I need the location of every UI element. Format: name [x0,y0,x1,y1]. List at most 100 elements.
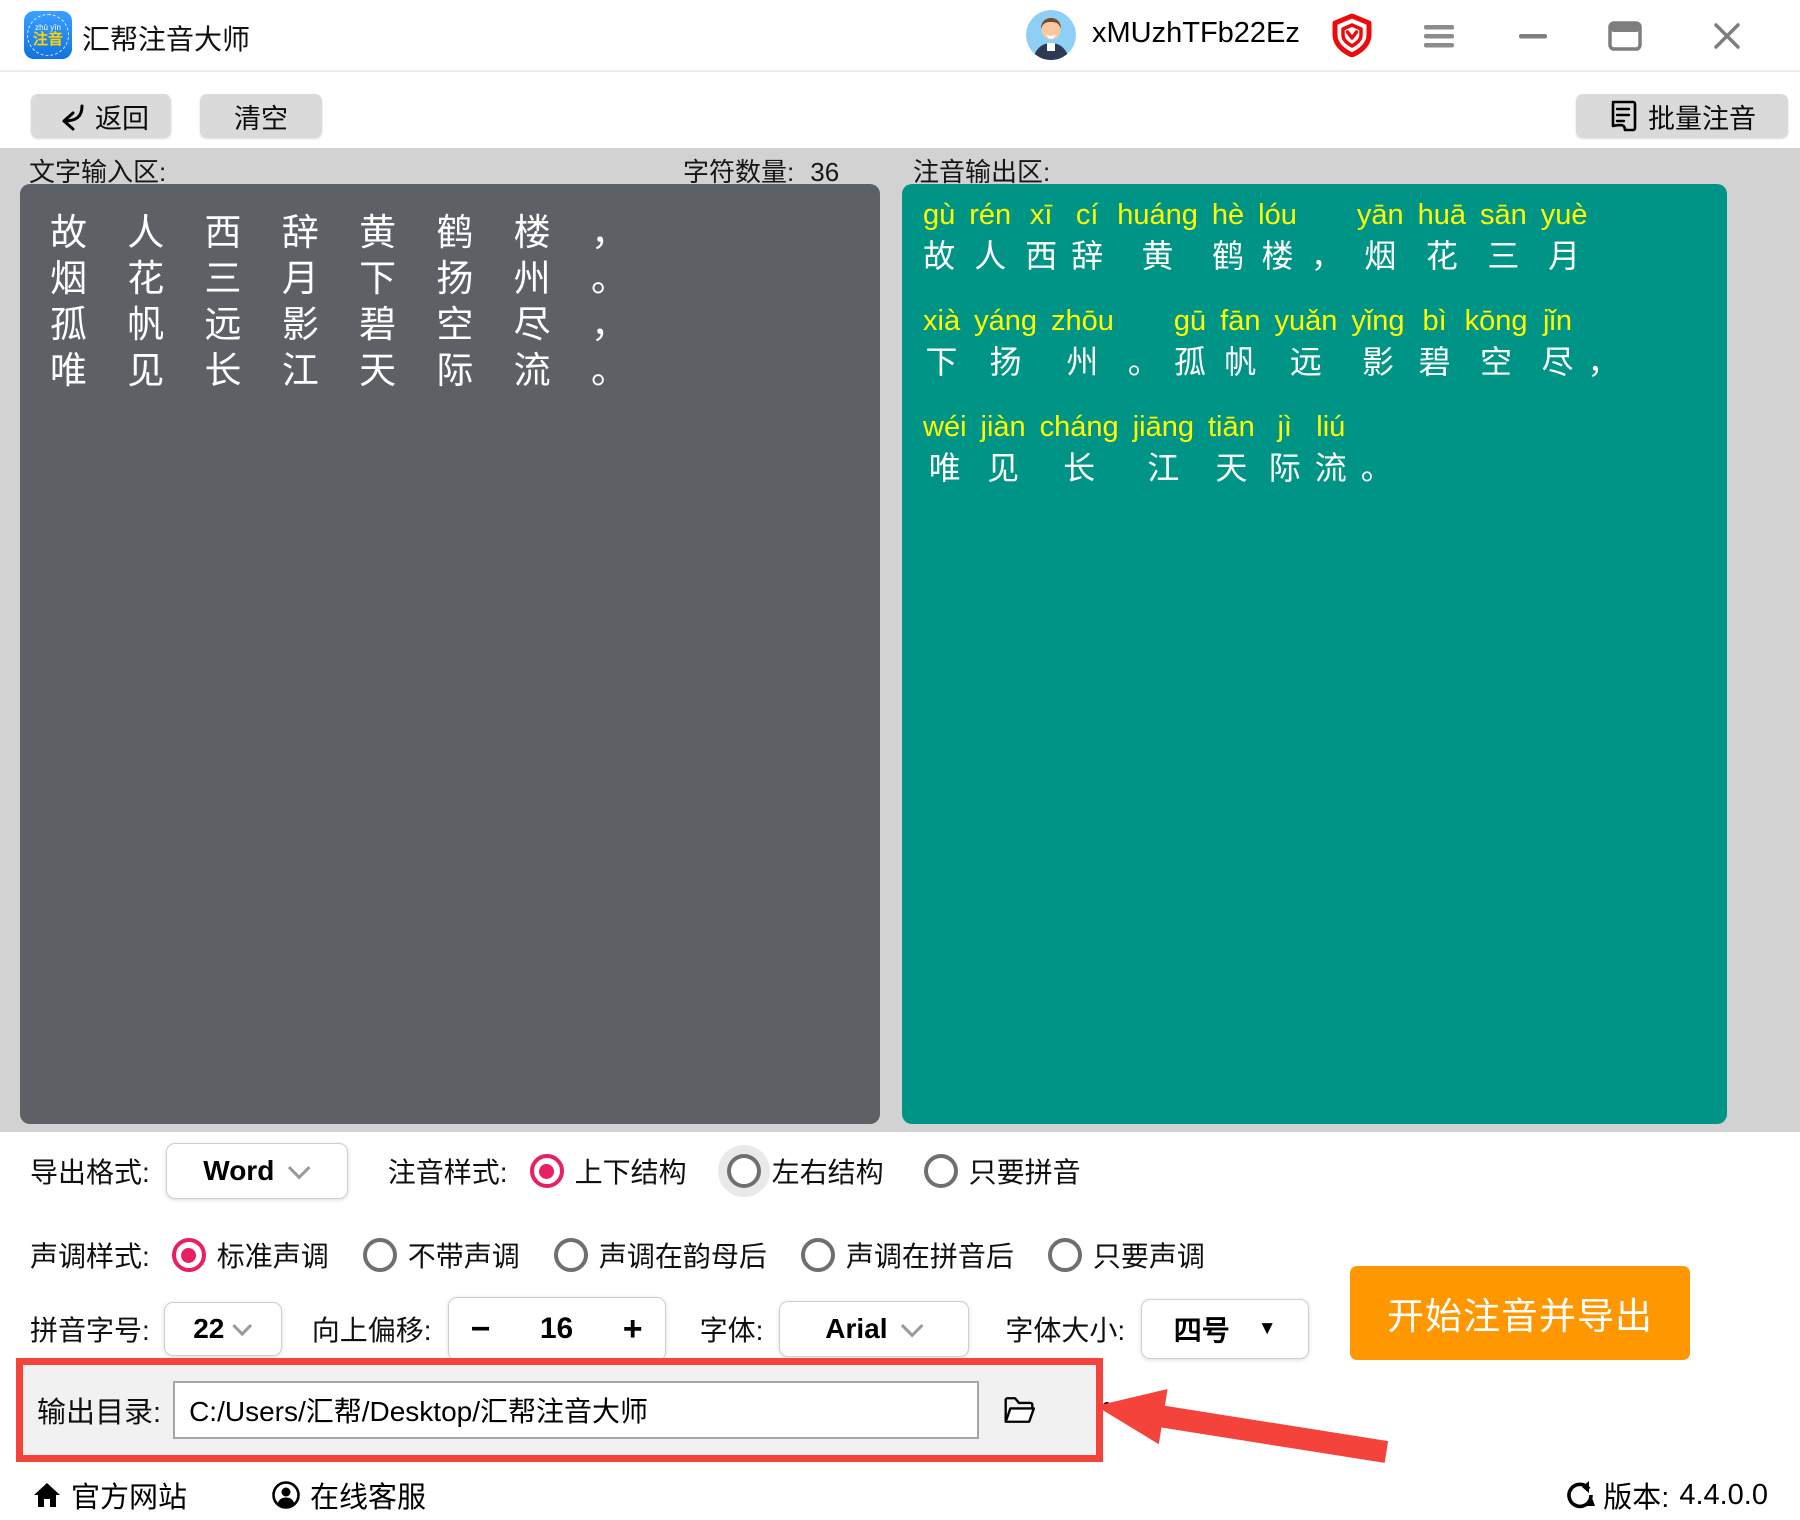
font-size-label: 字体大小: [1005,1309,1125,1349]
char-count-value: 36 [810,157,839,187]
radio-unselected-icon[interactable] [727,1154,761,1188]
radio-option[interactable]: 只要声调 [1048,1235,1205,1275]
pinyin-text: huáng [1117,196,1198,234]
pinyin-pair: 。 [1361,408,1393,490]
hanzi-text: 下 [926,340,958,384]
tone-style-row: 声调样式: 标准声调不带声调声调在韵母后声调在拼音后只要声调 [30,1230,1239,1280]
pinyin-pair: wéi唯 [923,408,967,490]
pinyin-size-label: 拼音字号: [30,1309,150,1349]
radio-option[interactable]: 只要拼音 [924,1151,1081,1191]
start-export-button[interactable]: 开始注音并导出 [1350,1266,1690,1360]
hanzi-text: 州 [1066,340,1098,384]
font-value: Arial [825,1313,887,1345]
user-avatar[interactable] [1026,10,1076,60]
pinyin-pair: cháng长 [1040,408,1119,490]
pinyin-pair: yuè月 [1541,196,1588,278]
minus-button[interactable]: − [471,1312,491,1346]
radio-unselected-icon[interactable] [1048,1238,1082,1272]
radio-selected-icon[interactable] [172,1238,206,1272]
menu-button[interactable] [1420,18,1458,54]
hanzi-text: 人 [974,234,1006,278]
hanzi-text: 见 [987,446,1019,490]
close-button[interactable] [1708,18,1746,54]
browse-folder-button[interactable] [995,1387,1043,1433]
username[interactable]: xMUzhTFb22Ez [1092,17,1300,50]
radio-unselected-icon[interactable] [554,1238,588,1272]
pinyin-text: jì [1277,408,1292,446]
pinyin-text: wéi [923,408,967,446]
pinyin-line: gù故rén人xī西cí辞huáng黄hè鹤lóu楼 ，yān烟huā花sān三… [916,196,1721,278]
radio-unselected-icon[interactable] [801,1238,835,1272]
radio-option[interactable]: 不带声调 [363,1235,520,1275]
pinyin-size-value: 22 [193,1313,224,1345]
output-dir-label: 输出目录: [37,1389,161,1431]
pinyin-pair: liú流 [1315,408,1347,490]
clear-label: 清空 [234,97,288,136]
back-button[interactable]: 返回 [31,94,171,138]
vip-badge-icon[interactable] [1330,13,1374,57]
hanzi-text: ， [1311,234,1343,278]
pinyin-pair: jiāng江 [1133,408,1194,490]
clear-button[interactable]: 清空 [200,94,322,138]
pinyin-line: wéi唯jiàn见cháng长jiāng江tiān天jì际liú流 。 [916,408,1721,490]
pinyin-text: jiàn [981,408,1026,446]
radio-option[interactable]: 声调在拼音后 [801,1235,1014,1275]
online-support-link[interactable]: 在线客服 [271,1474,426,1516]
font-settings-row: 拼音字号: 22 向上偏移: − 16 + 字体: Arial 字体大小: 四号… [30,1298,1309,1360]
pinyin-size-select[interactable]: 22 [164,1302,282,1356]
hamburger-icon [1422,22,1456,50]
offset-stepper: − 16 + [448,1297,666,1361]
pinyin-text: gù [923,196,955,234]
radio-selected-icon[interactable] [530,1154,564,1188]
pinyin-pair: yān烟 [1357,196,1404,278]
pinyin-text: yuǎn [1274,302,1337,340]
hanzi-text: 尽 [1541,340,1573,384]
hanzi-text: 长 [1063,446,1095,490]
pinyin-text: jǐn [1543,302,1572,340]
hanzi-text: 天 [1215,446,1247,490]
output-dir-input[interactable]: C:/Users/汇帮/Desktop/汇帮注音大师 [173,1381,979,1439]
pinyin-pair: yáng扬 [974,302,1037,384]
hanzi-text: 际 [1269,446,1301,490]
plus-button[interactable]: + [623,1312,643,1346]
triangle-down-icon: ▼ [1258,1318,1277,1340]
radio-unselected-icon[interactable] [924,1154,958,1188]
pinyin-text: lóu [1258,196,1297,234]
radio-option[interactable]: 标准声调 [172,1235,329,1275]
font-size-select[interactable]: 四号 ▼ [1141,1299,1309,1359]
batch-annotate-button[interactable]: 批量注音 [1576,94,1788,138]
pinyin-text: xià [923,302,960,340]
font-select[interactable]: Arial [779,1301,969,1357]
pinyin-pair: kōng空 [1465,302,1528,384]
maximize-button[interactable] [1606,18,1644,54]
pinyin-text: rén [969,196,1011,234]
text-input-panel[interactable]: 故 人 西 辞 黄 鹤 楼 ，烟 花 三 月 下 扬 州 。孤 帆 远 影 碧 … [20,184,880,1124]
pinyin-text: bì [1422,302,1446,340]
hanzi-text: 三 [1487,234,1519,278]
folder-icon [1001,1389,1037,1431]
pinyin-output-panel[interactable]: gù故rén人xī西cí辞huáng黄hè鹤lóu楼 ，yān烟huā花sān三… [902,184,1727,1124]
hanzi-text: 楼 [1261,234,1293,278]
pinyin-text: yǐng [1351,302,1404,340]
toolbar: 返回 清空 批量注音 [0,70,1800,150]
export-format-value: Word [203,1155,274,1187]
radio-option[interactable]: 声调在韵母后 [554,1235,767,1275]
pinyin-pair: gù故 [923,196,955,278]
official-website-link[interactable]: 官方网站 [32,1474,187,1516]
radio-option[interactable]: 左右结构 [727,1151,884,1191]
minimize-button[interactable] [1514,18,1552,54]
annotation-style-options: 上下结构左右结构只要拼音 [530,1151,1121,1191]
hanzi-text: 唯 [929,446,961,490]
chevron-down-icon [901,1315,924,1338]
radio-unselected-icon[interactable] [363,1238,397,1272]
online-support-label: 在线客服 [310,1474,426,1516]
pinyin-text [1140,302,1148,340]
pinyin-text: hè [1212,196,1244,234]
pinyin-text: xī [1030,196,1053,234]
radio-option[interactable]: 上下结构 [530,1151,687,1191]
home-icon [32,1480,62,1510]
export-format-select[interactable]: Word [166,1143,348,1199]
offset-value[interactable]: 16 [540,1312,573,1346]
hanzi-text: 影 [1362,340,1394,384]
pinyin-pair: rén人 [969,196,1011,278]
